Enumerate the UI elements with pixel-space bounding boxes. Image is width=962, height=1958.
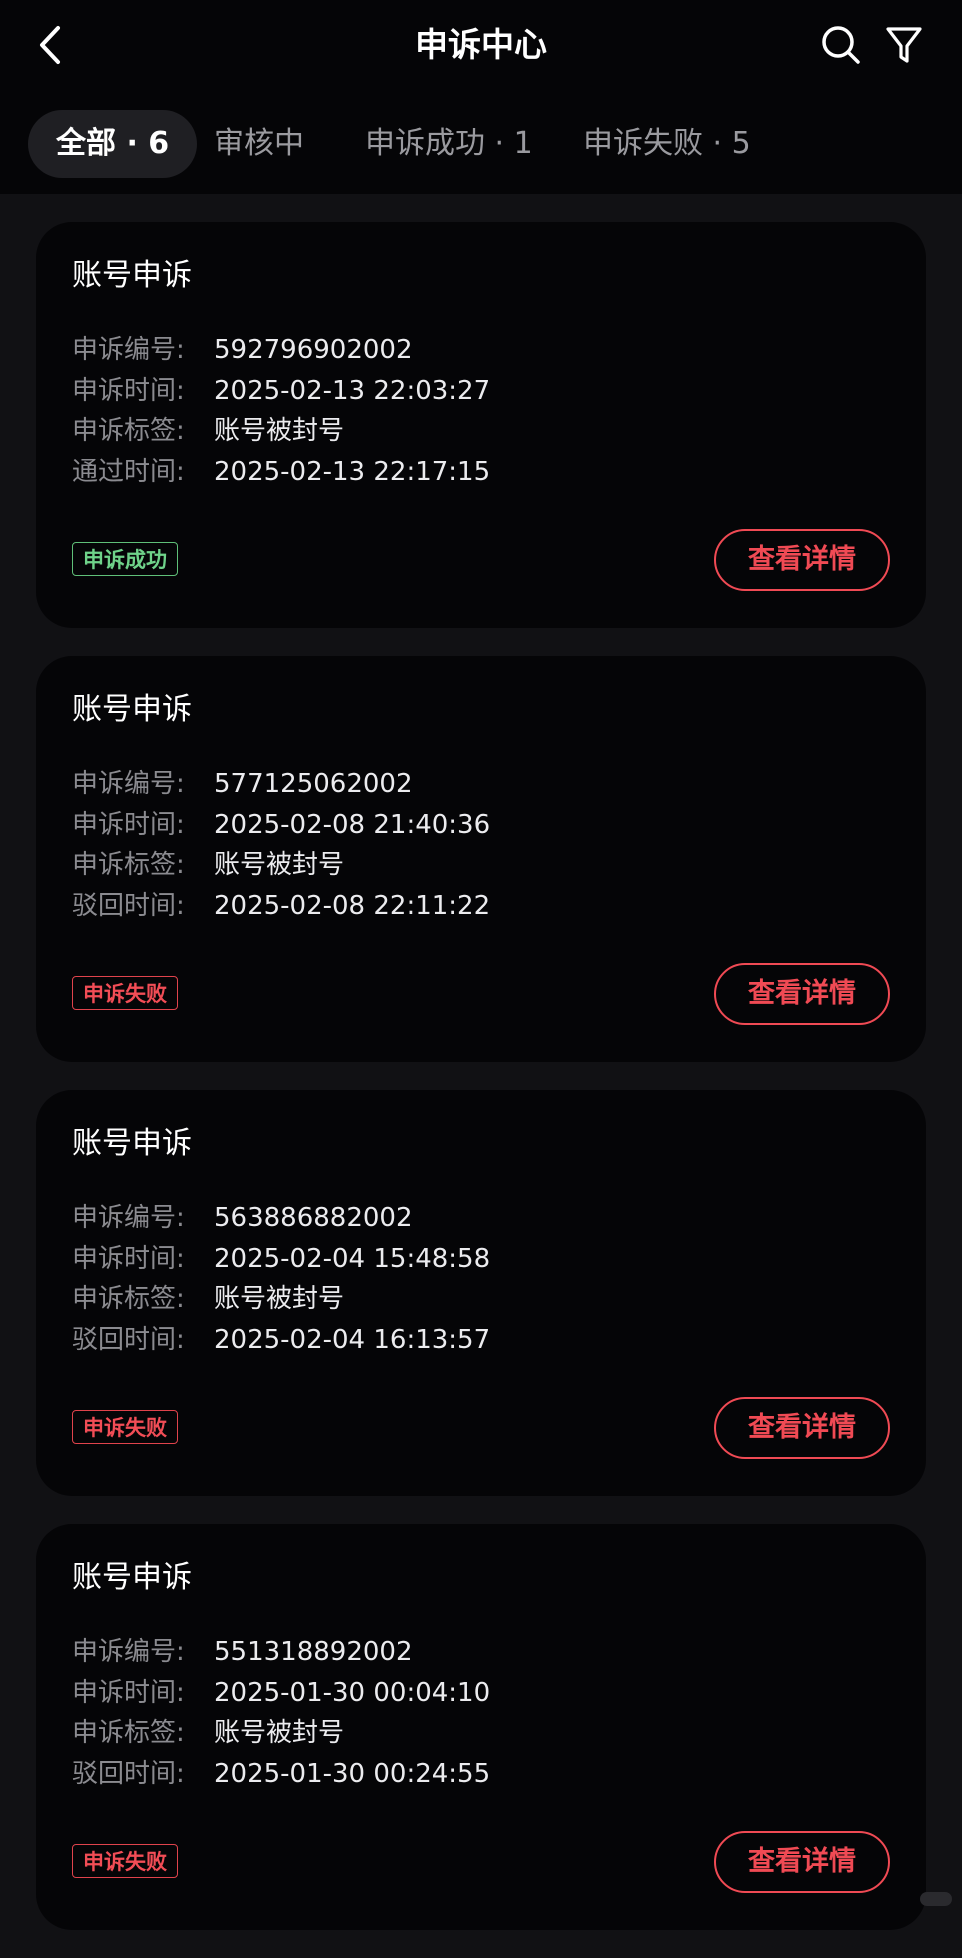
search-icon [816,20,866,70]
appeal-tag-label: 申诉标签: [72,845,214,886]
tab-failed[interactable]: 申诉失败 · 5 [583,110,751,178]
view-details-button[interactable]: 查看详情 [714,963,890,1025]
appeal-id-value: 592796902002 [214,335,413,365]
appeal-time-label: 申诉时间: [72,1673,214,1714]
card-details: 申诉编号:577125062002 申诉时间:2025-02-08 21:40:… [72,764,490,926]
tab-reviewing[interactable]: 审核中 [214,110,304,178]
detail-row: 申诉标签:账号被封号 [72,845,490,886]
appeal-id-value: 551318892002 [214,1637,413,1667]
result-time-value: 2025-02-08 22:11:22 [214,891,490,921]
detail-row: 申诉编号:577125062002 [72,764,490,805]
tab-success[interactable]: 申诉成功 · 1 [365,110,533,178]
appeal-time-label: 申诉时间: [72,371,214,412]
appeal-card: 账号申诉 申诉编号:577125062002 申诉时间:2025-02-08 2… [36,656,926,1062]
filter-icon [879,20,929,70]
result-time-label: 驳回时间: [72,1320,214,1361]
card-details: 申诉编号:592796902002 申诉时间:2025-02-13 22:03:… [72,330,490,492]
detail-row: 申诉时间:2025-02-08 21:40:36 [72,805,490,846]
appeal-id-value: 563886882002 [214,1203,413,1233]
status-tabs: 全部 · 6 审核中 申诉成功 · 1 申诉失败 · 5 [0,110,962,178]
appeal-id-label: 申诉编号: [72,764,214,805]
status-badge: 申诉失败 [72,1410,178,1444]
appeal-tag-value: 账号被封号 [214,850,344,880]
detail-row: 驳回时间:2025-01-30 00:24:55 [72,1754,490,1795]
detail-row: 申诉标签:账号被封号 [72,1279,490,1320]
result-time-label: 驳回时间: [72,1754,214,1795]
appeal-time-value: 2025-02-04 15:48:58 [214,1244,490,1274]
appeal-tag-label: 申诉标签: [72,1279,214,1320]
appeal-id-label: 申诉编号: [72,330,214,371]
result-time-value: 2025-01-30 00:24:55 [214,1759,490,1789]
card-title: 账号申诉 [72,254,192,298]
detail-row: 申诉编号:563886882002 [72,1198,490,1239]
status-badge: 申诉成功 [72,542,178,576]
view-details-button[interactable]: 查看详情 [714,529,890,591]
navigation-bar: 申诉中心 [0,0,962,90]
filter-button[interactable] [879,20,929,70]
detail-row: 驳回时间:2025-02-08 22:11:22 [72,886,490,927]
appeal-tag-value: 账号被封号 [214,416,344,446]
appeal-time-label: 申诉时间: [72,1239,214,1280]
result-time-label: 驳回时间: [72,886,214,927]
appeal-tag-label: 申诉标签: [72,1713,214,1754]
appeal-time-value: 2025-01-30 00:04:10 [214,1678,490,1708]
result-time-value: 2025-02-13 22:17:15 [214,457,490,487]
appeal-card: 账号申诉 申诉编号:592796902002 申诉时间:2025-02-13 2… [36,222,926,628]
detail-row: 驳回时间:2025-02-04 16:13:57 [72,1320,490,1361]
card-details: 申诉编号:563886882002 申诉时间:2025-02-04 15:48:… [72,1198,490,1360]
status-badge: 申诉失败 [72,1844,178,1878]
search-button[interactable] [816,20,866,70]
watermark [920,1892,952,1906]
card-title: 账号申诉 [72,1122,192,1166]
card-title: 账号申诉 [72,1556,192,1600]
detail-row: 申诉标签:账号被封号 [72,1713,490,1754]
detail-row: 申诉时间:2025-01-30 00:04:10 [72,1673,490,1714]
tab-all[interactable]: 全部 · 6 [28,110,197,178]
detail-row: 申诉标签:账号被封号 [72,411,490,452]
view-details-button[interactable]: 查看详情 [714,1831,890,1893]
appeal-tag-label: 申诉标签: [72,411,214,452]
appeal-card: 账号申诉 申诉编号:563886882002 申诉时间:2025-02-04 1… [36,1090,926,1496]
appeal-tag-value: 账号被封号 [214,1284,344,1314]
appeal-time-value: 2025-02-13 22:03:27 [214,376,490,406]
appeal-card: 账号申诉 申诉编号:551318892002 申诉时间:2025-01-30 0… [36,1524,926,1930]
appeal-time-value: 2025-02-08 21:40:36 [214,810,490,840]
status-badge: 申诉失败 [72,976,178,1010]
result-time-label: 通过时间: [72,452,214,493]
detail-row: 申诉编号:551318892002 [72,1632,490,1673]
appeal-id-label: 申诉编号: [72,1198,214,1239]
appeal-tag-value: 账号被封号 [214,1718,344,1748]
appeal-id-label: 申诉编号: [72,1632,214,1673]
top-bar: 申诉中心 全部 · 6 审核中 申诉成功 · 1 申诉失败 · 5 [0,0,962,194]
appeal-id-value: 577125062002 [214,769,413,799]
card-details: 申诉编号:551318892002 申诉时间:2025-01-30 00:04:… [72,1632,490,1794]
card-title: 账号申诉 [72,688,192,732]
view-details-button[interactable]: 查看详情 [714,1397,890,1459]
appeal-time-label: 申诉时间: [72,805,214,846]
detail-row: 通过时间:2025-02-13 22:17:15 [72,452,490,493]
appeal-list: 账号申诉 申诉编号:592796902002 申诉时间:2025-02-13 2… [36,222,926,1958]
detail-row: 申诉时间:2025-02-13 22:03:27 [72,371,490,412]
detail-row: 申诉编号:592796902002 [72,330,490,371]
result-time-value: 2025-02-04 16:13:57 [214,1325,490,1355]
detail-row: 申诉时间:2025-02-04 15:48:58 [72,1239,490,1280]
